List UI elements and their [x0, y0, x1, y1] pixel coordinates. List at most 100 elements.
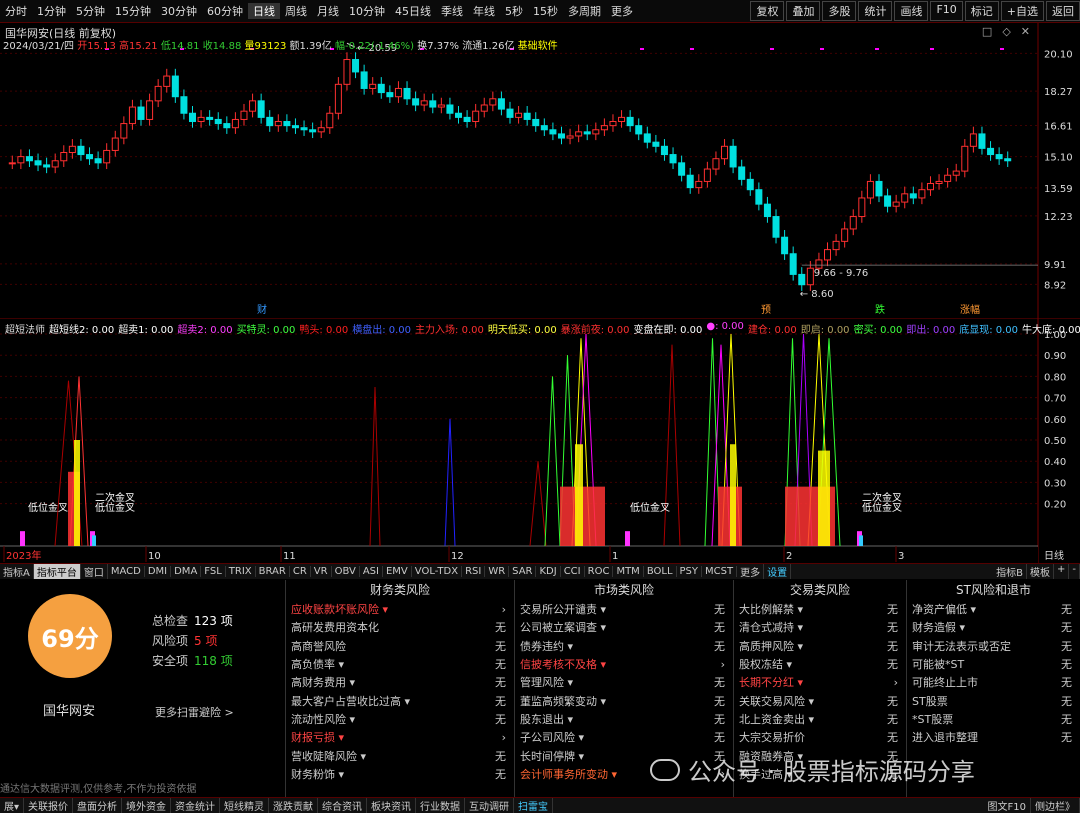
tabbar-right-button[interactable]: -: [1069, 564, 1080, 579]
period-tab[interactable]: 30分钟: [156, 3, 202, 19]
indicator-tab[interactable]: MTM: [613, 566, 644, 577]
toolbar-button[interactable]: 返回: [1046, 1, 1080, 21]
period-tab[interactable]: 5分钟: [71, 3, 110, 19]
risk-item[interactable]: 公司被立案调查 ▾ 无: [515, 618, 733, 636]
risk-item[interactable]: 流动性风险 ▾ 无: [286, 710, 514, 728]
risk-item[interactable]: 北上资金卖出 ▾ 无: [734, 710, 906, 728]
indicator-tab[interactable]: TRIX: [226, 566, 256, 577]
toolbar-button[interactable]: +自选: [1000, 1, 1044, 21]
period-tab[interactable]: 10分钟: [344, 3, 390, 19]
bottom-tab[interactable]: 盘面分析: [73, 798, 123, 813]
bottom-tab[interactable]: 行业数据: [416, 798, 466, 813]
risk-item[interactable]: 净资产偏低 ▾ 无: [907, 600, 1080, 618]
risk-item[interactable]: ST股票 无: [907, 691, 1080, 709]
indicator-tab[interactable]: VOL-TDX: [412, 566, 463, 577]
indicator-tab[interactable]: MCST: [702, 566, 738, 577]
bottom-tab[interactable]: 关联报价: [24, 798, 74, 813]
period-tab[interactable]: 月线: [312, 3, 344, 19]
bottom-tab[interactable]: 资金统计: [171, 798, 221, 813]
risk-item[interactable]: 财报亏损 ▾ ›: [286, 728, 514, 746]
indicator-tab[interactable]: WR: [485, 566, 510, 577]
risk-item[interactable]: 可能被*ST 无: [907, 655, 1080, 673]
window-control-icon[interactable]: ✕: [1021, 25, 1030, 38]
period-tab[interactable]: 1分钟: [32, 3, 71, 19]
bottom-tab[interactable]: 互动调研: [465, 798, 515, 813]
window-control-icon[interactable]: ◇: [1002, 25, 1010, 38]
period-tab[interactable]: 季线: [436, 3, 468, 19]
period-tab[interactable]: 日线: [248, 3, 280, 19]
indicator-tab[interactable]: PSY: [677, 566, 703, 577]
indicator-tab[interactable]: RSI: [462, 566, 486, 577]
tabbar-right-button[interactable]: 模板: [1027, 564, 1054, 579]
indicator-tab[interactable]: CR: [290, 566, 311, 577]
bottom-right-button[interactable]: 图文F10: [984, 798, 1031, 813]
risk-item[interactable]: 审计无法表示或否定 无: [907, 637, 1080, 655]
risk-item[interactable]: 最大客户占营收比过高 ▾ 无: [286, 691, 514, 709]
indicator-tab[interactable]: ROC: [585, 566, 614, 577]
bottom-tab[interactable]: 扫雷宝: [514, 798, 554, 813]
window-control-icon[interactable]: □: [982, 25, 992, 38]
risk-item[interactable]: 高研发费用资本化 无: [286, 618, 514, 636]
bottom-tab[interactable]: 展▾: [0, 798, 25, 813]
indicator-tab[interactable]: 指标A: [0, 564, 34, 579]
period-tab[interactable]: 15分钟: [110, 3, 156, 19]
quote-concept[interactable]: 基础软件: [518, 41, 558, 52]
indicator-tab[interactable]: EMV: [383, 566, 412, 577]
risk-item[interactable]: 大宗交易折价 无: [734, 728, 906, 746]
bottom-tab[interactable]: 涨跌贡献: [269, 798, 319, 813]
indicator-tab[interactable]: ASI: [360, 566, 383, 577]
indicator-chart[interactable]: 1.000.900.800.700.600.500.400.300.20低位金叉…: [0, 318, 1080, 563]
bottom-tab[interactable]: 短线精灵: [220, 798, 270, 813]
risk-item[interactable]: 应收账款坏账风险 ▾ ›: [286, 600, 514, 618]
period-tab[interactable]: 5秒: [500, 3, 528, 19]
toolbar-button[interactable]: 复权: [750, 1, 785, 21]
more-scan-link[interactable]: 更多扫雷避险 >: [155, 704, 234, 720]
risk-item[interactable]: 清仓式减持 ▾ 无: [734, 618, 906, 636]
risk-item[interactable]: 交易所公开谴责 ▾ 无: [515, 600, 733, 618]
risk-item[interactable]: *ST股票 无: [907, 710, 1080, 728]
toolbar-button[interactable]: 统计: [858, 1, 893, 21]
period-tab[interactable]: 多周期: [563, 3, 606, 19]
risk-item[interactable]: 债券违约 ▾ 无: [515, 637, 733, 655]
risk-item[interactable]: 信披考核不及格 ▾ ›: [515, 655, 733, 673]
risk-item[interactable]: 高财务费用 ▾ 无: [286, 673, 514, 691]
period-tab[interactable]: 更多: [606, 3, 638, 19]
indicator-tab[interactable]: FSL: [201, 566, 226, 577]
toolbar-button[interactable]: 标记: [964, 1, 999, 21]
risk-item[interactable]: 高负债率 ▾ 无: [286, 655, 514, 673]
indicator-tab[interactable]: 指标平台: [33, 564, 81, 579]
risk-item[interactable]: 股权冻结 ▾ 无: [734, 655, 906, 673]
risk-item[interactable]: 营收陡降风险 ▾ 无: [286, 746, 514, 764]
indicator-tab[interactable]: KDJ: [536, 566, 561, 577]
period-tab[interactable]: 45日线: [390, 3, 436, 19]
risk-item[interactable]: 管理风险 ▾ 无: [515, 673, 733, 691]
risk-item[interactable]: 可能终止上市 无: [907, 673, 1080, 691]
period-tab[interactable]: 周线: [280, 3, 312, 19]
risk-item[interactable]: 长期不分红 ▾ ›: [734, 673, 906, 691]
indicator-tab[interactable]: DMI: [145, 566, 172, 577]
bottom-tab[interactable]: 综合资讯: [318, 798, 368, 813]
period-tab[interactable]: 15秒: [528, 3, 563, 19]
toolbar-button[interactable]: 画线: [894, 1, 929, 21]
indicator-tab[interactable]: BRAR: [256, 566, 290, 577]
tabbar-right-button[interactable]: 指标B: [993, 564, 1027, 579]
bottom-right-button[interactable]: 侧边栏》: [1031, 798, 1080, 813]
indicator-tab[interactable]: 设置: [764, 564, 792, 579]
risk-item[interactable]: 大比例解禁 ▾ 无: [734, 600, 906, 618]
bottom-tab[interactable]: 境外资金: [122, 798, 172, 813]
bottom-tab[interactable]: 板块资讯: [367, 798, 417, 813]
period-tab[interactable]: 年线: [468, 3, 500, 19]
risk-item[interactable]: 董监高频繁变动 ▾ 无: [515, 691, 733, 709]
period-tab[interactable]: 60分钟: [202, 3, 248, 19]
indicator-tab[interactable]: 更多: [737, 564, 765, 579]
risk-item[interactable]: 子公司风险 ▾ 无: [515, 728, 733, 746]
indicator-tab[interactable]: DMA: [171, 566, 202, 577]
indicator-tab[interactable]: OBV: [332, 566, 360, 577]
risk-item[interactable]: 高质押风险 ▾ 无: [734, 637, 906, 655]
period-tab[interactable]: 分时: [0, 3, 32, 19]
risk-item[interactable]: 高商誉风险 无: [286, 637, 514, 655]
risk-item[interactable]: 股东退出 ▾ 无: [515, 710, 733, 728]
risk-item[interactable]: 进入退市整理 无: [907, 728, 1080, 746]
tabbar-right-button[interactable]: +: [1054, 564, 1070, 579]
indicator-tab[interactable]: BOLL: [644, 566, 677, 577]
